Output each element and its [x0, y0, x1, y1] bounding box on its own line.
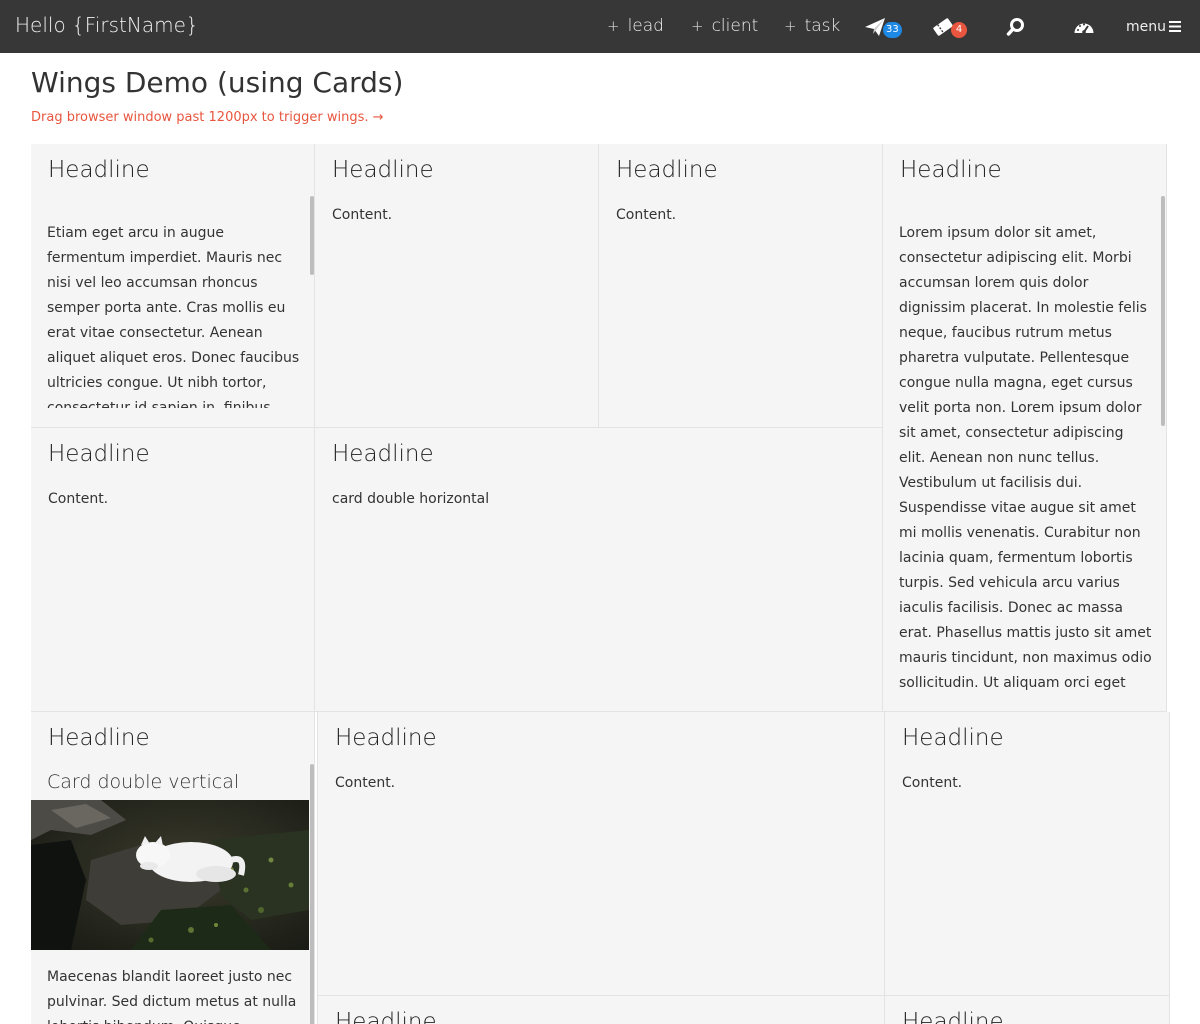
- messages-count-badge: 33: [883, 22, 902, 38]
- card: Headline Content.: [885, 712, 1170, 996]
- card: Headline Etiam eget arcu in augue fermen…: [31, 144, 315, 428]
- top-navbar: Hello {FirstName} + lead + client + task 33…: [0, 0, 1200, 53]
- tickets-count-badge: 4: [951, 22, 967, 38]
- card-headline: Headline: [332, 441, 434, 467]
- search-icon[interactable]: [1006, 17, 1026, 37]
- plus-icon: +: [691, 17, 704, 35]
- menu-button[interactable]: menu: [1126, 19, 1181, 35]
- add-task-label: task: [804, 16, 841, 36]
- card-content: Content.: [48, 491, 109, 507]
- add-client-label: client: [711, 16, 759, 36]
- hamburger-icon: [1169, 21, 1181, 32]
- card: Headline Content.: [31, 428, 315, 712]
- card-body-text: Maecenas blandit laoreet justo nec pulvi…: [47, 969, 297, 1024]
- card-subheadline: Card double vertical: [47, 771, 240, 793]
- card-headline: Headline: [335, 725, 437, 751]
- card-content: Content.: [902, 775, 963, 791]
- card-headline: Headline: [48, 725, 150, 751]
- add-client-button[interactable]: + client: [691, 16, 758, 36]
- card: Headline: [317, 996, 885, 1024]
- card: Headline: [885, 996, 1170, 1024]
- add-lead-label: lead: [627, 16, 664, 36]
- card-headline: Headline: [902, 1009, 1004, 1024]
- add-lead-button[interactable]: + lead: [607, 16, 664, 36]
- card-double-vertical: Headline Card double vertical Maecenas b…: [31, 712, 315, 1024]
- card-double-vertical: Headline Lorem ipsum dolor sit amet, con…: [883, 144, 1167, 712]
- card-headline: Headline: [902, 725, 1004, 751]
- card-headline: Headline: [332, 157, 434, 183]
- plus-icon: +: [607, 17, 620, 35]
- wings-hint: Drag browser window past 1200px to trigg…: [31, 110, 384, 125]
- card-content: Content.: [332, 207, 393, 223]
- greeting-text: Hello {FirstName}: [15, 13, 199, 37]
- dashboard-gauge-icon[interactable]: [1073, 17, 1095, 37]
- page-title: Wings Demo (using Cards): [31, 66, 404, 99]
- card-headline: Headline: [616, 157, 718, 183]
- card-content: Content.: [335, 775, 396, 791]
- card-scrollbar[interactable]: [310, 764, 314, 1024]
- card-headline: Headline: [900, 157, 1002, 183]
- card-content: Content.: [616, 207, 677, 223]
- card: Headline Content.: [599, 144, 883, 428]
- add-task-button[interactable]: + task: [784, 16, 840, 36]
- menu-label: menu: [1126, 19, 1166, 35]
- card-double-horizontal: Headline card double horizontal: [315, 428, 883, 712]
- card-scrollbar[interactable]: [1161, 196, 1165, 426]
- card-headline: Headline: [48, 157, 150, 183]
- cat-photo: [31, 800, 309, 950]
- card-double-horizontal: Headline Content.: [317, 712, 885, 996]
- card-content: card double horizontal: [332, 491, 490, 507]
- card-headline: Headline: [335, 1009, 437, 1024]
- plus-icon: +: [784, 17, 797, 35]
- card: Headline Content.: [315, 144, 599, 428]
- card-body-text: Etiam eget arcu in augue fermentum imper…: [47, 225, 300, 408]
- card-scrollbar[interactable]: [310, 196, 314, 275]
- card-body-text: Lorem ipsum dolor sit amet, consectetur …: [899, 225, 1152, 691]
- card-headline: Headline: [48, 441, 150, 467]
